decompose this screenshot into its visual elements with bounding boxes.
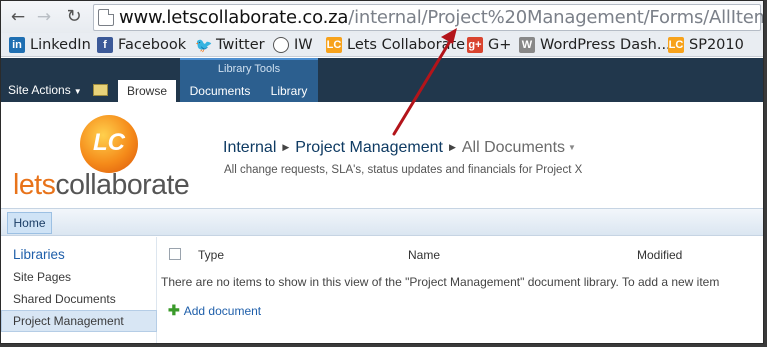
breadcrumb-view[interactable]: All Documents [462, 139, 565, 156]
wordpress-icon: W [519, 37, 535, 53]
document-list: Type Name Modified There are no items to… [158, 237, 763, 343]
select-all-checkbox[interactable] [169, 248, 181, 260]
logo-part-1: lets [13, 169, 56, 201]
bookmark-lets-collaborate[interactable]: LC Lets Collaborate [326, 35, 465, 55]
bookmark-label: SP2010 [689, 37, 744, 53]
reload-icon[interactable]: ↻ [63, 6, 85, 28]
bookmark-label: IW [294, 37, 313, 53]
chevron-down-icon[interactable]: ▼ [568, 143, 576, 152]
quick-launch-site-pages[interactable]: Site Pages [13, 270, 71, 284]
empty-list-message: There are no items to show in this view … [161, 275, 720, 289]
address-bar[interactable]: www.letscollaborate.co.za/internal/Proje… [93, 4, 763, 31]
site-logo[interactable]: LC letscollaborate [11, 115, 215, 202]
bookmark-twitter[interactable]: 🐦 Twitter [195, 35, 265, 55]
browser-toolbar: ← → ↻ www.letscollaborate.co.za/internal… [1, 1, 763, 33]
quick-launch-shared-documents[interactable]: Shared Documents [13, 292, 116, 306]
quick-launch: Libraries Site Pages Shared Documents Pr… [1, 237, 157, 343]
globe-icon [273, 37, 289, 53]
screenshot-frame: ← → ↻ www.letscollaborate.co.za/internal… [0, 0, 764, 344]
breadcrumb-internal[interactable]: Internal [223, 139, 276, 156]
logo-lc-text: LC [93, 129, 125, 156]
logo-wordmark: letscollaborate [13, 169, 190, 202]
site-actions-label: Site Actions [8, 83, 71, 97]
navigate-up-icon[interactable] [93, 84, 108, 96]
breadcrumb-arrow-icon: ▶ [448, 142, 456, 152]
bookmarks-bar: in LinkedIn f Facebook 🐦 Twitter IW LC Lets … [1, 33, 763, 57]
column-type[interactable]: Type [198, 248, 224, 262]
ribbon: Library Tools Site Actions ▼ Browse Docum… [1, 58, 763, 102]
page-icon [98, 9, 114, 26]
bookmark-label: LinkedIn [30, 37, 91, 53]
tab-documents[interactable]: Documents [185, 80, 255, 102]
bookmark-label: Facebook [118, 37, 187, 53]
column-name[interactable]: Name [408, 248, 440, 262]
twitter-icon: 🐦 [195, 37, 213, 53]
bookmark-label: WordPress Dash... [540, 37, 671, 53]
site-actions-menu[interactable]: Site Actions ▼ [8, 83, 82, 97]
url-host: www.letscollaborate.co.za [119, 7, 349, 28]
add-document-link[interactable]: ✚ Add document [168, 302, 261, 319]
tab-browse[interactable]: Browse [118, 80, 176, 102]
quick-launch-project-management[interactable]: Project Management [13, 314, 124, 328]
plus-icon: ✚ [168, 302, 180, 318]
bookmark-label: Twitter [216, 37, 265, 53]
lc-logo-icon: LC [80, 115, 138, 173]
tab-library[interactable]: Library [263, 80, 315, 102]
url-text[interactable]: www.letscollaborate.co.za/internal/Proje… [119, 7, 763, 29]
chevron-down-icon: ▼ [73, 87, 82, 96]
bookmark-label: G+ [488, 37, 512, 53]
url-path: /internal/Project%20Management/Forms/All… [348, 7, 763, 28]
page-description: All change requests, SLA's, status updat… [224, 164, 583, 176]
google-plus-icon: g+ [467, 37, 483, 53]
sharepoint-icon: LC [668, 37, 684, 53]
bookmark-sp2010[interactable]: LC SP2010 [668, 35, 744, 55]
add-document-label: Add document [183, 304, 262, 318]
breadcrumb-project-management[interactable]: Project Management [295, 139, 443, 156]
library-tools-label: Library Tools [217, 63, 281, 75]
topnav-home[interactable]: Home [7, 212, 52, 234]
facebook-icon: f [97, 37, 113, 53]
bookmark-label: Lets Collaborate [347, 37, 466, 53]
bookmark-google-plus[interactable]: g+ G+ [467, 35, 511, 55]
bookmark-iw[interactable]: IW [273, 35, 313, 55]
breadcrumb: Internal ▶ Project Management ▶ All Document… [223, 139, 576, 157]
breadcrumb-arrow-icon: ▶ [282, 142, 290, 152]
quick-launch-heading[interactable]: Libraries [13, 247, 65, 262]
bookmark-linkedin[interactable]: in LinkedIn [9, 35, 91, 55]
bookmark-wordpress[interactable]: W WordPress Dash... [519, 35, 671, 55]
linkedin-icon: in [9, 37, 25, 53]
top-navigation: Home [1, 208, 763, 236]
back-arrow-icon[interactable]: ← [7, 6, 29, 28]
column-modified[interactable]: Modified [637, 248, 682, 262]
forward-arrow-icon[interactable]: → [33, 6, 55, 28]
lets-collaborate-icon: LC [326, 37, 342, 53]
bookmark-facebook[interactable]: f Facebook [97, 35, 186, 55]
logo-part-2: collaborate [55, 169, 190, 201]
